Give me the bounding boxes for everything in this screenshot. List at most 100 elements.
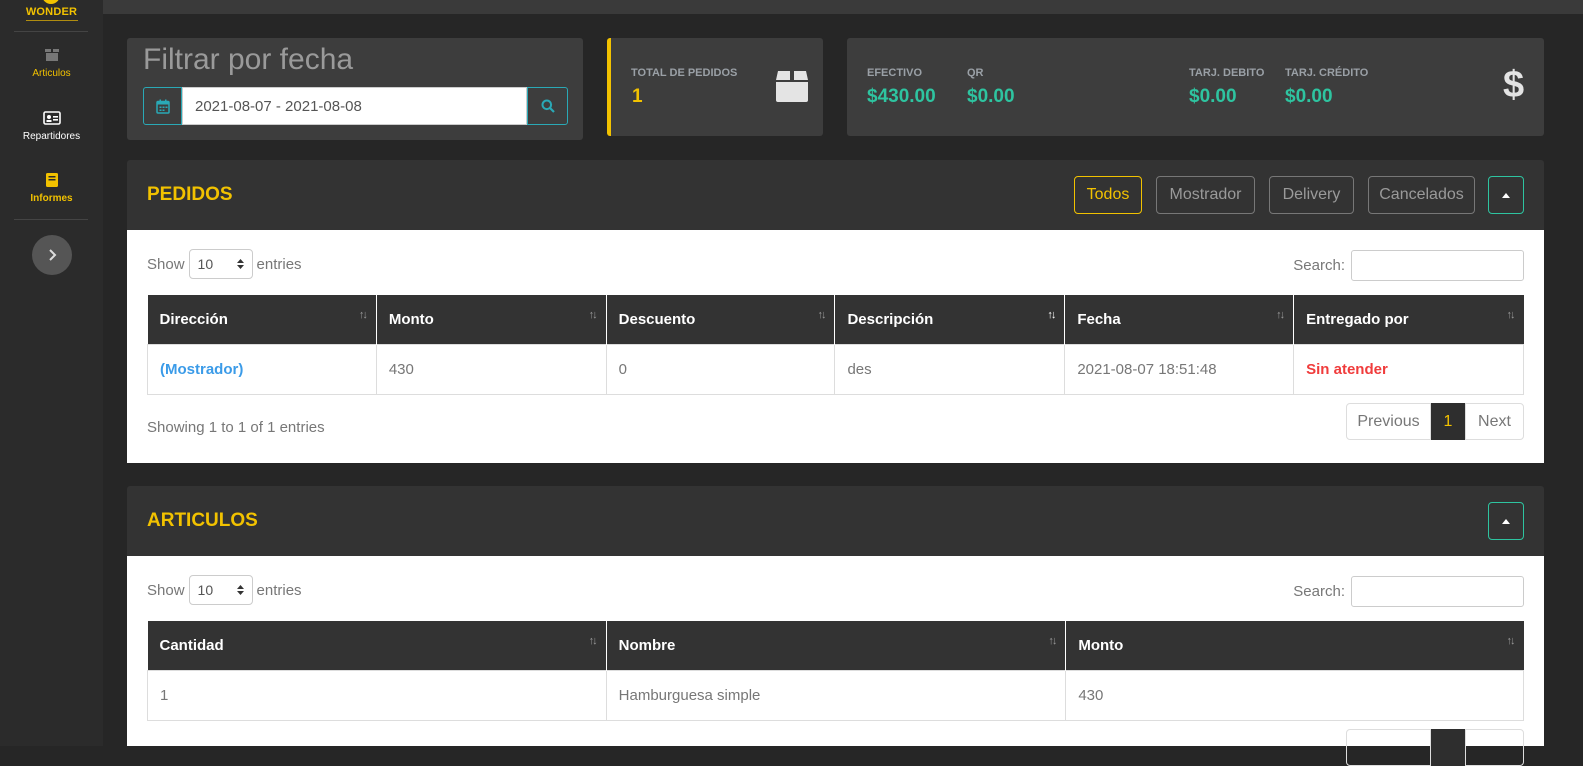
sidebar-item-articulos[interactable]: Articulos <box>0 47 103 79</box>
payment-value: $0.00 <box>967 86 1015 107</box>
column-header-cantidad[interactable]: Cantidad ↑↓ <box>147 621 607 670</box>
payment-label: QR <box>967 67 984 79</box>
caret-up-icon <box>1502 518 1510 524</box>
collapse-orders-button[interactable] <box>1488 176 1524 214</box>
column-header-direccion[interactable]: Dirección ↑↓ <box>147 295 377 344</box>
items-search-input[interactable] <box>1351 576 1524 607</box>
page-1-button[interactable] <box>1431 729 1465 766</box>
sort-caret-icon <box>236 585 244 595</box>
logo-mark <box>42 0 60 4</box>
previous-page-button[interactable] <box>1346 729 1431 766</box>
sidebar-item-label: Articulos <box>32 68 71 79</box>
page-size-value: 10 <box>197 582 214 598</box>
id-card-icon <box>42 111 61 125</box>
cell-cantidad: 1 <box>147 669 607 721</box>
payment-label: EFECTIVO <box>867 67 923 79</box>
show-label: Show <box>147 581 185 599</box>
entries-label: entries <box>256 581 302 599</box>
date-filter-card: Filtrar por fecha <box>127 38 583 140</box>
next-page-button[interactable]: Next <box>1465 403 1524 440</box>
total-orders-card: TOTAL DE PEDIDOS 1 <box>607 38 823 136</box>
box-icon <box>44 49 59 61</box>
sort-icon: ↑↓ <box>1506 635 1516 647</box>
address-link[interactable]: (Mostrador) <box>147 343 377 395</box>
sort-caret-icon <box>236 259 244 269</box>
payments-card: EFECTIVO $430.00 QR $0.00 TARJ. DEBITO $… <box>847 38 1544 136</box>
date-range-input[interactable] <box>182 87 527 125</box>
status-badge: Sin atender <box>1293 343 1524 395</box>
table-header-row: Dirección ↑↓ Monto ↑↓ Descuento ↑↓ Descripc… <box>147 295 1524 344</box>
page-size-control: Show 10 entries <box>147 575 302 605</box>
cell-descripcion: des <box>834 343 1066 395</box>
show-label: Show <box>147 255 185 273</box>
column-header-nombre[interactable]: Nombre ↑↓ <box>606 621 1067 670</box>
items-table: Cantidad ↑↓ Nombre ↑↓ Monto ↑↓ 1 Hamburgues… <box>147 621 1524 721</box>
sort-desc-icon: ↑↓ <box>1047 309 1056 321</box>
orders-section-title: PEDIDOS <box>147 184 233 205</box>
book-icon <box>45 173 58 187</box>
logo: WONDER <box>0 0 103 30</box>
cell-fecha: 2021-08-07 18:51:48 <box>1064 343 1295 395</box>
filter-delivery-button[interactable]: Delivery <box>1269 176 1354 214</box>
column-header-descripcion[interactable]: Descripción ↑↓ <box>834 295 1066 344</box>
divider <box>14 31 88 32</box>
cell-nombre: Hamburguesa simple <box>605 669 1067 721</box>
sort-icon: ↑↓ <box>1048 635 1057 647</box>
column-header-descuento[interactable]: Descuento ↑↓ <box>606 295 836 344</box>
cell-descuento: 0 <box>605 343 836 395</box>
orders-section-body: Show 10 entries Search: Dirección ↑↓ Mont… <box>127 230 1544 463</box>
box-icon <box>776 71 808 102</box>
page-size-select[interactable]: 10 <box>188 249 253 279</box>
search-icon <box>541 99 555 113</box>
page-1-button[interactable]: 1 <box>1431 403 1465 440</box>
sidebar-toggle-button[interactable] <box>32 235 72 275</box>
table-info: Showing 1 to 1 of 1 entries <box>147 419 325 436</box>
filter-cancelados-button[interactable]: Cancelados <box>1368 176 1475 214</box>
date-range-group <box>143 87 568 125</box>
sidebar-item-repartidores[interactable]: Repartidores <box>0 110 103 142</box>
total-orders-value: 1 <box>632 86 643 107</box>
column-header-fecha[interactable]: Fecha ↑↓ <box>1064 295 1295 344</box>
filter-mostrador-button[interactable]: Mostrador <box>1156 176 1255 214</box>
items-section-header: ARTICULOS <box>127 486 1544 556</box>
sort-icon: ↑↓ <box>588 309 598 321</box>
page-size-select[interactable]: 10 <box>188 575 253 605</box>
column-header-monto[interactable]: Monto ↑↓ <box>1065 621 1524 670</box>
entries-label: entries <box>256 255 302 273</box>
items-section-body: Show 10 entries Search: Cantidad ↑↓ Nombr… <box>127 556 1544 766</box>
payment-value: $0.00 <box>1285 86 1333 107</box>
orders-search: Search: <box>1293 250 1524 281</box>
sidebar-item-label: Informes <box>30 193 73 204</box>
payment-label: TARJ. CRÉDITO <box>1285 67 1369 79</box>
top-bar <box>103 0 1583 14</box>
sort-icon: ↑↓ <box>358 309 368 321</box>
previous-page-button[interactable]: Previous <box>1346 403 1431 440</box>
items-search: Search: <box>1293 576 1524 607</box>
sort-icon: ↑↓ <box>1276 309 1285 321</box>
sort-icon: ↑↓ <box>817 309 826 321</box>
column-header-entregado-por[interactable]: Entregado por ↑↓ <box>1293 295 1524 344</box>
date-search-button[interactable] <box>527 87 568 125</box>
total-orders-label: TOTAL DE PEDIDOS <box>631 67 738 79</box>
table-header-row: Cantidad ↑↓ Nombre ↑↓ Monto ↑↓ <box>147 621 1524 670</box>
collapse-items-button[interactable] <box>1488 502 1524 540</box>
chevron-right-icon <box>49 249 57 261</box>
next-page-button[interactable] <box>1465 729 1524 766</box>
sort-icon: ↑↓ <box>588 635 598 647</box>
page-size-value: 10 <box>197 256 214 272</box>
orders-search-input[interactable] <box>1351 250 1524 281</box>
filter-title: Filtrar por fecha <box>143 43 354 76</box>
search-label: Search: <box>1293 257 1345 274</box>
sidebar-item-label: Repartidores <box>22 131 81 142</box>
calendar-button[interactable] <box>143 87 182 125</box>
sidebar-item-informes[interactable]: Informes <box>0 172 103 204</box>
column-header-monto[interactable]: Monto ↑↓ <box>376 295 607 344</box>
pagination <box>1346 729 1524 766</box>
table-row: 1 Hamburguesa simple 430 <box>147 669 1524 721</box>
sort-icon: ↑↓ <box>1506 309 1516 321</box>
cell-monto: 430 <box>1065 669 1524 721</box>
payment-label: TARJ. DEBITO <box>1189 67 1265 79</box>
filter-todos-button[interactable]: Todos <box>1074 176 1142 214</box>
dollar-icon: $ <box>1503 64 1525 106</box>
sidebar: WONDER Articulos Repartidores Informes <box>0 0 103 746</box>
